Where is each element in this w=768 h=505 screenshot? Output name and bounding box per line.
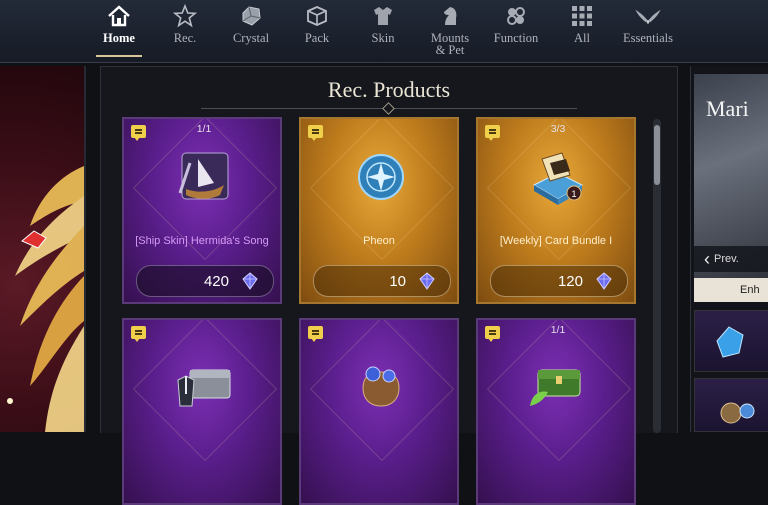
crystal-gem-icon	[716, 326, 744, 358]
enhance-label: Enh	[740, 284, 760, 296]
card-bundle-icon: 1	[522, 149, 594, 211]
message-icon	[131, 326, 146, 342]
nav-pack[interactable]: Pack	[281, 0, 353, 62]
nav-rec[interactable]: Rec.	[149, 0, 221, 62]
right-event-panel: Mari ‹ Prev. Enh	[690, 66, 768, 432]
product-card-green-chest[interactable]: 1/1	[476, 318, 636, 505]
product-name: [Ship Skin] Hermida's Song	[135, 235, 269, 247]
banner-title: Mari	[706, 96, 749, 121]
pouch-icon	[720, 402, 755, 424]
royal-crystal-icon	[596, 272, 612, 290]
nav-all[interactable]: All	[546, 0, 618, 62]
crystal-icon	[237, 2, 265, 30]
product-name: Pheon	[363, 235, 395, 247]
nav-label: Pack	[304, 31, 330, 45]
product-card-hermidas-song[interactable]: 1/1 [Ship Skin] Hermida's Song 420	[122, 117, 282, 304]
nav-home[interactable]: Home	[83, 0, 155, 62]
price-value: 10	[389, 273, 406, 290]
prev-button[interactable]: ‹ Prev.	[694, 246, 768, 272]
top-navigation-bar: Home Rec. Crystal Pack Skin Mounts & Pet	[0, 0, 768, 63]
product-list-scrollbar[interactable]	[653, 119, 661, 433]
chevron-left-icon: ‹	[704, 248, 710, 269]
left-feature-banner[interactable]: ›	[0, 66, 86, 432]
enhance-button[interactable]: Enh	[694, 278, 768, 302]
price-button[interactable]: 120	[490, 265, 628, 297]
product-card-pheon[interactable]: Pheon 10	[299, 117, 459, 304]
nav-label: Mounts & Pet	[430, 31, 470, 57]
scrollbar-thumb[interactable]	[654, 125, 660, 185]
message-icon	[308, 125, 323, 141]
price-button[interactable]: 420	[136, 265, 274, 297]
active-tab-indicator	[96, 55, 142, 57]
nav-skin[interactable]: Skin	[347, 0, 419, 62]
wings-icon	[634, 2, 662, 30]
price-value: 420	[203, 273, 229, 290]
svg-text:1: 1	[571, 189, 576, 199]
rec-products-panel: Rec. Products 1/1 [Ship Skin] Hermida's …	[100, 66, 678, 505]
product-card-outfit-chest[interactable]	[122, 318, 282, 505]
nav-label: Skin	[371, 31, 395, 45]
product-card-pouch[interactable]	[299, 318, 459, 505]
nav-label: All	[574, 31, 590, 45]
purchase-limit: 3/3	[550, 123, 566, 135]
pheon-icon	[345, 149, 417, 211]
royal-crystal-icon	[242, 272, 258, 290]
skin-icon	[369, 2, 397, 30]
royal-crystal-icon	[419, 272, 435, 290]
ship-skin-icon	[168, 149, 240, 211]
event-thumbnail-crystal[interactable]	[694, 310, 768, 372]
function-icon	[502, 2, 530, 30]
price-button[interactable]: 10	[313, 265, 451, 297]
home-icon	[105, 2, 133, 30]
nav-label: Essentials	[623, 31, 673, 45]
nav-mounts-pet[interactable]: Mounts & Pet	[414, 0, 486, 62]
message-icon	[308, 326, 323, 342]
nav-label: Crystal	[232, 31, 270, 45]
nav-essentials[interactable]: Essentials	[612, 0, 684, 62]
product-card-weekly-card-bundle[interactable]: 3/3 1 [Weekly] Card Bundle I 120	[476, 117, 636, 304]
event-thumbnail-pouch[interactable]	[694, 378, 768, 432]
star-icon	[171, 2, 199, 30]
price-value: 120	[557, 273, 583, 290]
purchase-limit: 1/1	[550, 324, 566, 336]
horse-icon	[436, 2, 464, 30]
prev-label: Prev.	[714, 253, 739, 265]
grid-icon	[568, 2, 596, 30]
panel-title: Rec. Products	[327, 77, 451, 102]
green-chest-icon	[522, 350, 594, 412]
purchase-limit: 1/1	[196, 123, 212, 135]
outfit-chest-icon	[168, 350, 240, 412]
pack-icon	[303, 2, 331, 30]
nav-label: Function	[493, 31, 539, 45]
product-name: [Weekly] Card Bundle I	[499, 235, 613, 247]
nav-label: Home	[103, 31, 135, 45]
nav-function[interactable]: Function	[480, 0, 552, 62]
title-ornament	[382, 102, 395, 115]
nav-label: Rec.	[173, 31, 197, 45]
phoenix-artwork	[7, 166, 84, 432]
nav-crystal[interactable]: Crystal	[215, 0, 287, 62]
pouch-icon	[345, 350, 417, 412]
